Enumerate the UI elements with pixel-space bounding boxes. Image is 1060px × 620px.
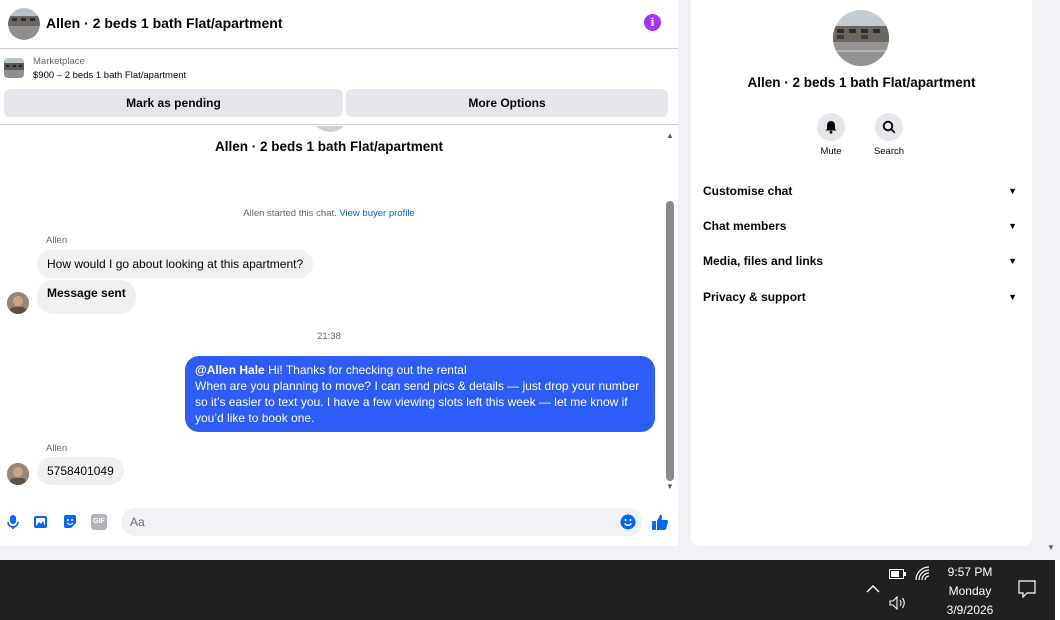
bell-icon [825,121,837,134]
gif-icon[interactable]: GIF [91,514,107,530]
privacy-support-section[interactable]: Privacy & support ▼ [703,287,1021,307]
outgoing-line: Hi! Thanks for checking out the rental [264,363,467,377]
sender-avatar[interactable] [7,292,29,314]
chat-started-notice: Allen started this chat. View buyer prof… [0,208,658,219]
page-scroll-down-arrow-icon[interactable]: ▼ [1047,543,1055,552]
search-label: Search [873,146,905,157]
photo-icon[interactable] [33,514,49,530]
sender-name: Allen [46,235,68,246]
incoming-message[interactable]: 5758401049 [37,457,124,485]
incoming-message[interactable]: How would I go about looking at this apa… [37,250,314,278]
chat-started-text: Allen started this chat. [243,208,337,219]
message-thread: Allen · 2 beds 1 bath Flat/apartment All… [0,126,663,496]
taskbar-edge [1055,560,1060,620]
listing-category: Marketplace [33,56,85,67]
chat-members-section[interactable]: Chat members ▼ [703,216,1021,236]
clock-day: Monday [948,584,992,598]
volume-icon[interactable] [889,596,907,610]
mute-button[interactable] [817,113,845,141]
sender-name: Allen [46,443,68,454]
notification-icon[interactable] [1018,580,1036,598]
message-input[interactable] [121,508,643,536]
outgoing-message[interactable]: @Allen Hale Hi! Thanks for checking out … [185,356,655,432]
sender-avatar[interactable] [7,463,29,485]
section-label: Chat members [703,219,787,233]
outgoing-line: so it’s easier to text you. I have a few… [195,395,628,409]
mark-as-pending-button[interactable]: Mark as pending [4,89,343,117]
chat-header: Allen · 2 beds 1 bath Flat/apartment i [0,0,678,49]
chevron-down-icon: ▼ [1008,221,1017,231]
thread-title: Allen · 2 beds 1 bath Flat/apartment [214,139,444,154]
wifi-icon[interactable] [915,566,931,582]
customise-chat-section[interactable]: Customise chat ▼ [703,181,1021,201]
taskbar: 9:57 PM Monday 3/9/2026 [0,560,1060,620]
chat-title: Allen · 2 beds 1 bath Flat/apartment [46,15,283,31]
scroll-up-arrow-icon[interactable]: ▲ [666,131,674,140]
chevron-down-icon: ▼ [1008,292,1017,302]
outgoing-line: you’d like to book one. [195,411,315,425]
message-timestamp: 21:38 [317,331,341,342]
battery-icon[interactable] [889,568,907,580]
sticker-icon[interactable] [62,514,78,530]
thumbs-up-icon[interactable] [651,513,669,531]
clock-date: 3/9/2026 [946,603,994,617]
system-clock[interactable]: 9:57 PM Monday 3/9/2026 [938,563,1002,620]
listing-avatar[interactable] [833,10,889,66]
scroll-thumb[interactable] [666,201,674,481]
chat-details-panel: Allen · 2 beds 1 bath Flat/apartment Mut… [691,0,1032,546]
search-button[interactable] [875,113,903,141]
section-label: Customise chat [703,184,793,198]
chevron-down-icon: ▼ [1008,186,1017,196]
listing-thumbnail[interactable] [4,58,24,78]
more-options-button[interactable]: More Options [346,89,668,117]
outgoing-line: When are you planning to move? I can sen… [195,379,640,393]
listing-summary[interactable]: $900 – 2 beds 1 bath Flat/apartment [33,70,186,81]
message-composer: GIF [0,506,678,540]
microphone-icon[interactable] [5,514,21,530]
emoji-icon[interactable] [620,514,636,530]
mention-link[interactable]: @Allen Hale [195,363,265,377]
info-icon[interactable]: i [644,14,661,31]
search-icon [882,120,896,134]
details-title: Allen · 2 beds 1 bath Flat/apartment [747,75,976,90]
message-sent-bubble[interactable]: Message sent [37,280,136,314]
media-files-links-section[interactable]: Media, files and links ▼ [703,251,1021,271]
mute-label: Mute [820,146,842,157]
chat-panel: Allen · 2 beds 1 bath Flat/apartment i M… [0,0,678,546]
section-label: Media, files and links [703,254,824,268]
listing-avatar[interactable] [8,8,40,40]
thread-scrollbar[interactable]: ▲ ▼ [663,128,677,496]
chevron-down-icon: ▼ [1008,256,1017,266]
listing-bar: Marketplace $900 – 2 beds 1 bath Flat/ap… [0,49,678,125]
section-label: Privacy & support [703,290,806,304]
view-buyer-profile-link[interactable]: View buyer profile [339,208,414,219]
clock-time: 9:57 PM [947,565,993,579]
scroll-down-arrow-icon[interactable]: ▼ [666,482,674,491]
chevron-up-icon[interactable] [866,584,880,594]
thread-avatar [311,126,349,132]
